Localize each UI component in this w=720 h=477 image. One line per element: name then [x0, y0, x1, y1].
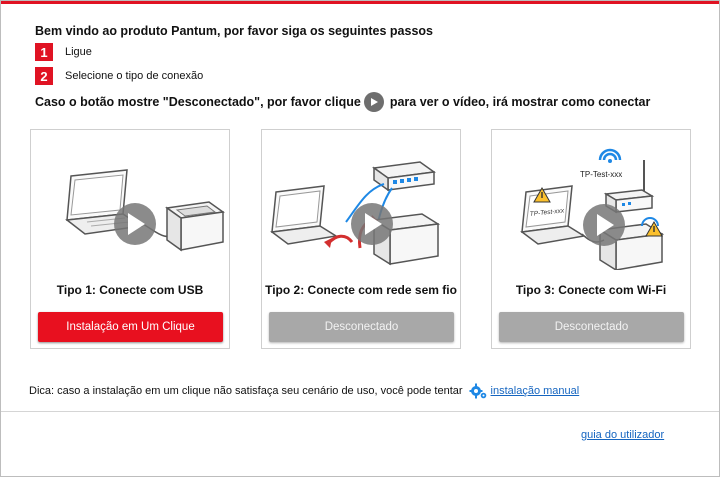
wireless-connection-illustration: [262, 130, 460, 270]
ssid-label: TP-Test-xxx: [580, 170, 622, 179]
step-2-number: 2: [35, 67, 53, 85]
card-usb: Tipo 1: Conecte com USB Instalação em Um…: [30, 129, 230, 349]
wifi-signal-icon: [598, 148, 622, 163]
card-wifi: TP-Test-xxx TP-Test-xxx Tipo 3: Conecte …: [491, 129, 691, 349]
welcome-heading: Bem vindo ao produto Pantum, por favor s…: [35, 24, 433, 38]
tip-line: Dica: caso a instalação em um clique não…: [29, 381, 579, 401]
installer-window: Bem vindo ao produto Pantum, por favor s…: [0, 0, 720, 477]
disconnected-button-wireless[interactable]: Desconectado: [269, 312, 454, 342]
step-2-text: Selecione o tipo de conexão: [65, 70, 204, 82]
step-1-text: Ligue: [65, 46, 92, 58]
footer-divider: [1, 411, 719, 412]
card-wireless: Tipo 2: Conecte com rede sem fio Descone…: [261, 129, 461, 349]
one-click-install-button[interactable]: Instalação em Um Clique: [38, 312, 223, 342]
usb-connection-illustration: [31, 130, 229, 270]
disconnected-button-wifi[interactable]: Desconectado: [499, 312, 684, 342]
play-icon[interactable]: [363, 92, 384, 112]
video-hint-after: para ver o vídeo, irá mostrar como conec…: [389, 95, 651, 109]
card-wireless-title: Tipo 2: Conecte com rede sem fio: [265, 283, 457, 297]
step-1-number: 1: [35, 43, 53, 61]
manual-install-link[interactable]: instalação manual: [491, 385, 580, 397]
video-hint: Caso o botão mostre "Desconectado", por …: [35, 91, 650, 113]
top-accent-line: [1, 1, 719, 4]
user-guide-link[interactable]: guia do utilizador: [581, 429, 664, 441]
card-wifi-title: Tipo 3: Conecte com Wi-Fi: [515, 283, 667, 297]
step-1: 1 Ligue: [35, 43, 92, 61]
gear-icon[interactable]: [469, 382, 487, 400]
wifi-connection-illustration: TP-Test-xxx TP-Test-xxx: [492, 130, 690, 272]
video-hint-before: Caso o botão mostre "Desconectado", por …: [35, 95, 361, 109]
card-usb-title: Tipo 1: Conecte com USB: [56, 283, 204, 297]
tip-text: Dica: caso a instalação em um clique não…: [29, 385, 463, 397]
step-2: 2 Selecione o tipo de conexão: [35, 67, 203, 85]
